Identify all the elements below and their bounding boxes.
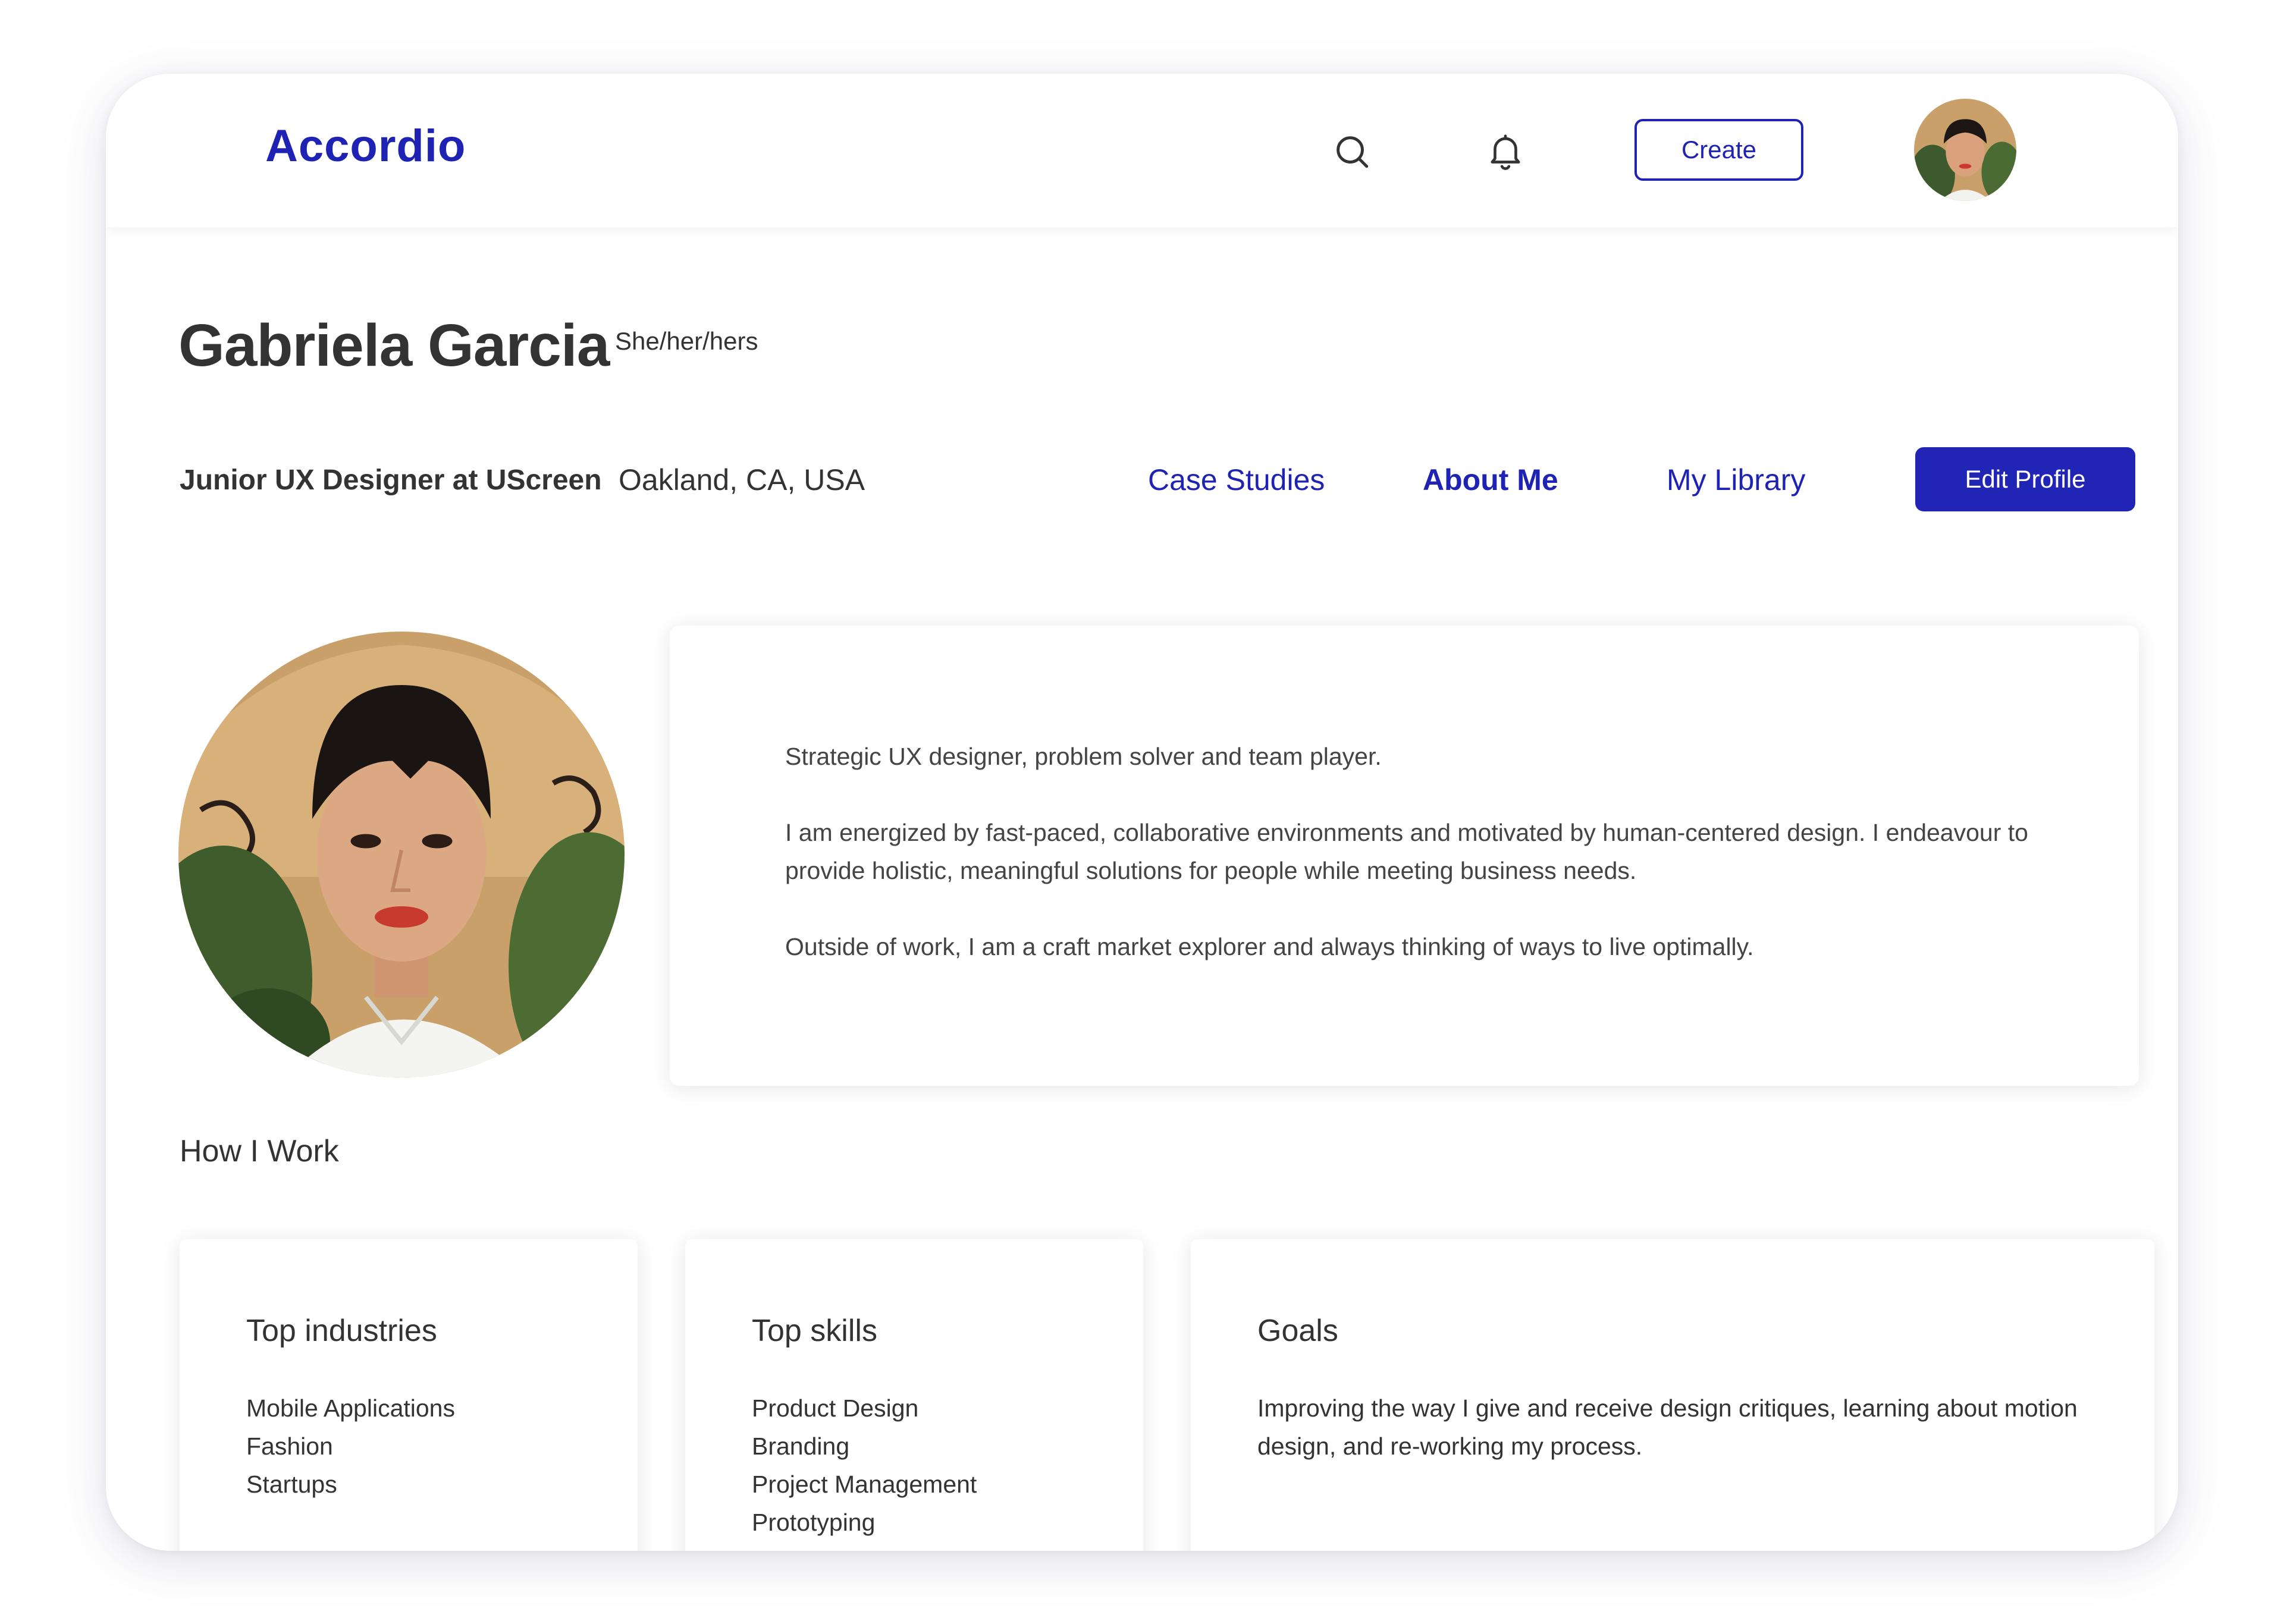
list-item: Startups <box>246 1471 337 1498</box>
list-item: Prototyping <box>752 1509 876 1536</box>
card-title: Goals <box>1257 1314 1338 1348</box>
profile-pronouns: She/her/hers <box>615 327 758 355</box>
create-button[interactable]: Create <box>1634 119 1803 181</box>
list-item: Usability Testing <box>752 1541 977 1551</box>
tab-case-studies[interactable]: Case Studies <box>1148 463 1325 497</box>
card-title: Top skills <box>752 1314 877 1348</box>
app-logo[interactable]: Accordio <box>265 120 466 172</box>
user-avatar[interactable] <box>1914 99 2016 201</box>
tab-my-library[interactable]: My Library <box>1667 463 1805 497</box>
bio-paragraph: Outside of work, I am a craft market exp… <box>785 933 1754 960</box>
bio-paragraph: Strategic UX designer, problem solver an… <box>785 743 1382 770</box>
bell-icon <box>1491 134 1520 170</box>
top-industries-card: Top industries Mobile Applications Fashi… <box>180 1239 638 1551</box>
profile-photo <box>178 632 625 1078</box>
profile-job-title: Junior UX Designer at UScreen <box>180 464 602 496</box>
bio-paragraph: I am energized by fast-paced, collaborat… <box>785 819 2028 884</box>
goals-text: Improving the way I give and receive des… <box>1257 1394 2078 1460</box>
top-skills-card: Top skills Product Design Branding Proje… <box>685 1239 1143 1551</box>
tab-about-me[interactable]: About Me <box>1423 463 1558 497</box>
skills-list: Product Design Branding Project Manageme… <box>752 1389 977 1551</box>
search-button[interactable] <box>1331 131 1373 172</box>
list-item: Mobile Applications <box>246 1394 455 1422</box>
profile-portrait-image <box>178 632 625 1078</box>
notifications-button[interactable] <box>1485 131 1526 172</box>
list-item: Product Design <box>752 1394 919 1422</box>
list-item: Project Management <box>752 1471 977 1498</box>
list-item: Fashion <box>246 1433 333 1460</box>
about-me-card: Strategic UX designer, problem solver an… <box>670 626 2139 1086</box>
list-item: Branding <box>752 1433 850 1460</box>
app-window: Accordio Create Gabriela Garcia She/her/… <box>106 74 2178 1551</box>
card-title: Top industries <box>246 1314 437 1348</box>
profile-location: Oakland, CA, USA <box>619 463 865 497</box>
how-i-work-heading: How I Work <box>180 1134 339 1168</box>
search-icon <box>1336 136 1369 168</box>
profile-name: Gabriela Garcia <box>178 312 610 379</box>
bio-text: Strategic UX designer, problem solver an… <box>785 737 2058 1004</box>
goals-card: Goals Improving the way I give and recei… <box>1191 1239 2154 1551</box>
top-navigation-bar: Accordio Create <box>106 74 2178 227</box>
avatar-portrait-image <box>1914 99 2016 201</box>
industries-list: Mobile Applications Fashion Startups <box>246 1389 455 1503</box>
edit-profile-button[interactable]: Edit Profile <box>1915 447 2135 511</box>
